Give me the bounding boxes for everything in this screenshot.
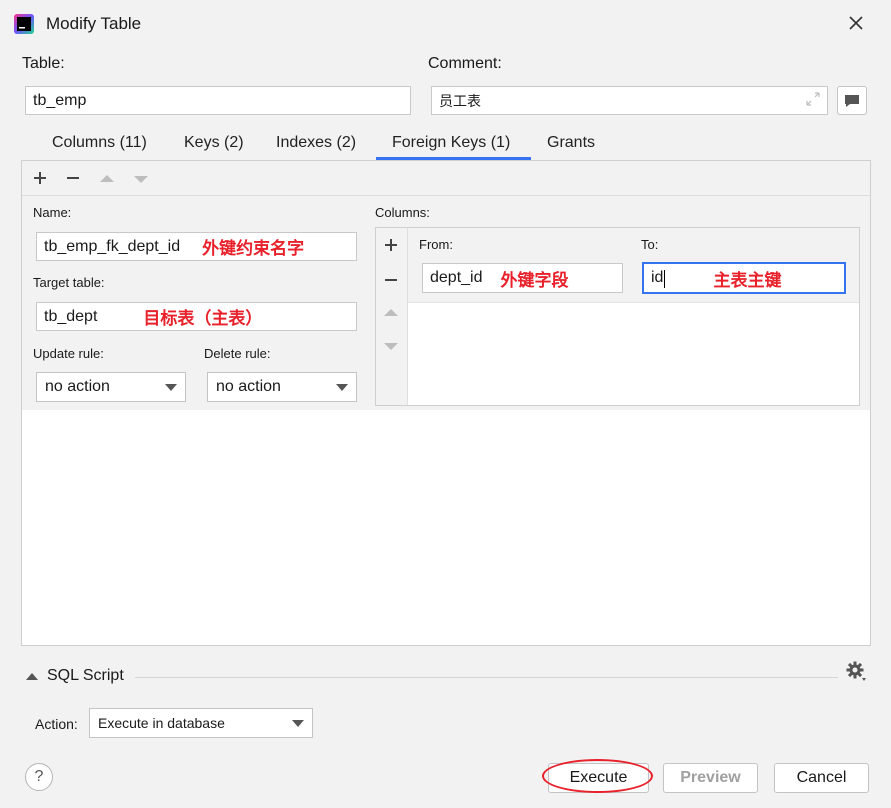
comment-editor-button[interactable]: [837, 86, 867, 115]
from-column-input[interactable]: dept_id 外键字段: [422, 263, 623, 293]
help-label: ?: [34, 768, 44, 785]
chevron-down-icon: [165, 384, 177, 391]
cancel-label: Cancel: [796, 769, 847, 786]
target-table-value: tb_dept: [44, 307, 98, 325]
update-rule-value: no action: [45, 378, 110, 395]
fk-toolbar: [22, 161, 870, 196]
app-logo-icon: [14, 14, 34, 34]
from-column-value: dept_id: [430, 269, 483, 286]
remove-fk-icon[interactable]: [65, 170, 81, 186]
from-column-header: From:: [419, 237, 453, 252]
table-name-input[interactable]: tb_emp: [25, 86, 411, 115]
fk-name-label: Name:: [33, 205, 72, 220]
gear-icon[interactable]: [845, 660, 867, 682]
tab-indexes[interactable]: Indexes (2): [276, 134, 356, 152]
collapse-arrow-icon[interactable]: [26, 673, 38, 680]
target-table-input[interactable]: tb_dept 目标表（主表）: [36, 302, 357, 331]
chevron-down-icon: [292, 720, 304, 727]
close-icon[interactable]: [846, 13, 866, 33]
action-value: Execute in database: [98, 715, 225, 731]
to-column-value: id: [651, 269, 664, 286]
cancel-button[interactable]: Cancel: [774, 763, 869, 793]
add-fk-icon[interactable]: [32, 170, 48, 186]
comment-value: 员工表: [439, 93, 481, 110]
move-up-icon[interactable]: [100, 175, 114, 182]
preview-button[interactable]: Preview: [663, 763, 758, 793]
tab-grants[interactable]: Grants: [547, 134, 595, 152]
move-down-icon[interactable]: [134, 176, 148, 183]
action-select[interactable]: Execute in database: [89, 708, 313, 738]
remove-column-icon[interactable]: [383, 272, 399, 288]
text-cursor: [664, 270, 665, 288]
fk-name-input[interactable]: tb_emp_fk_dept_id 外键约束名字: [36, 232, 357, 261]
from-column-annotation: 外键字段: [500, 270, 569, 291]
fk-name-value: tb_emp_fk_dept_id: [44, 237, 181, 255]
columns-label: Columns:: [375, 205, 430, 220]
comment-input[interactable]: 员工表: [431, 86, 828, 115]
to-column-input[interactable]: id 主表主键: [642, 262, 846, 294]
expand-icon[interactable]: [804, 90, 822, 108]
chevron-down-icon: [336, 384, 348, 391]
tab-columns[interactable]: Columns (11): [52, 134, 147, 152]
sql-script-label[interactable]: SQL Script: [47, 667, 124, 685]
column-mapping-toolbar: [376, 228, 408, 405]
move-column-up-icon[interactable]: [384, 309, 398, 316]
delete-rule-label: Delete rule:: [204, 346, 271, 361]
comment-label: Comment:: [428, 55, 502, 72]
delete-rule-select[interactable]: no action: [207, 372, 357, 402]
add-column-icon[interactable]: [383, 237, 399, 253]
speech-bubble-icon: [845, 94, 859, 107]
update-rule-select[interactable]: no action: [36, 372, 186, 402]
help-button[interactable]: ?: [25, 763, 53, 791]
window-title: Modify Table: [46, 14, 142, 33]
delete-rule-value: no action: [216, 378, 281, 395]
sql-divider: [135, 677, 838, 678]
column-header-row: [408, 228, 859, 258]
fk-name-annotation: 外键约束名字: [202, 239, 305, 259]
preview-label: Preview: [680, 769, 741, 786]
to-column-annotation: 主表主键: [713, 270, 782, 291]
table-name-value: tb_emp: [33, 91, 87, 109]
move-column-down-icon[interactable]: [384, 343, 398, 350]
target-table-label: Target table:: [33, 275, 105, 290]
tab-keys[interactable]: Keys (2): [184, 134, 244, 152]
action-label: Action:: [35, 716, 78, 732]
tab-foreign-keys[interactable]: Foreign Keys (1): [392, 134, 510, 152]
target-table-annotation: 目标表（主表）: [143, 309, 263, 329]
execute-highlight-ellipse: [542, 759, 653, 793]
table-label: Table:: [22, 55, 65, 72]
update-rule-label: Update rule:: [33, 346, 104, 361]
to-column-header: To:: [641, 237, 659, 252]
